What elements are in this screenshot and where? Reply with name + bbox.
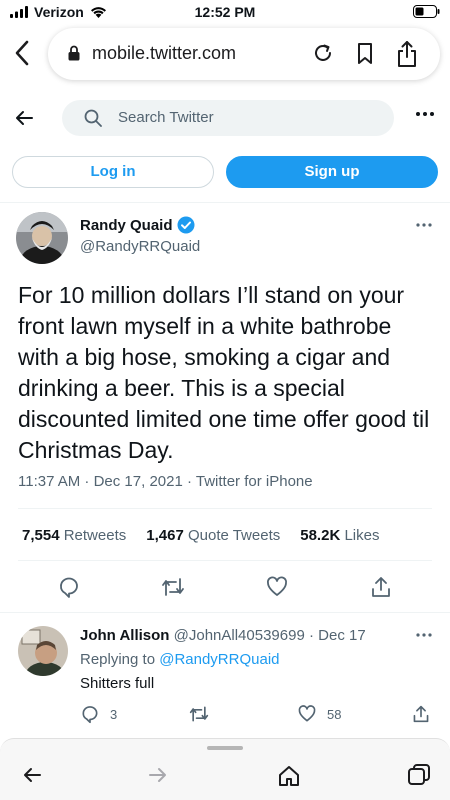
- status-time: 12:52 PM: [194, 4, 256, 20]
- reply-icon: [82, 706, 98, 724]
- retweet-icon[interactable]: [160, 575, 186, 599]
- toolbar-grabber[interactable]: [207, 746, 243, 750]
- reply-reply-button[interactable]: 3: [80, 704, 117, 724]
- reply-like-count: 58: [327, 706, 342, 722]
- divider: [0, 202, 450, 203]
- share-icon[interactable]: [396, 40, 418, 68]
- arrow-left-icon[interactable]: [14, 108, 34, 128]
- reply-retweet-button[interactable]: [188, 704, 210, 724]
- like-icon: [298, 705, 316, 722]
- tweet-text: For 10 million dollars I’ll stand on you…: [18, 282, 430, 463]
- quote-count: 1,467: [146, 527, 184, 544]
- more-icon[interactable]: [416, 223, 432, 227]
- login-button[interactable]: Log in: [12, 156, 214, 188]
- replying-prefix: Replying to: [80, 651, 156, 668]
- reply-dot: ·: [308, 627, 314, 644]
- reply-actions: 3 58: [0, 704, 450, 726]
- twitter-header: Search Twitter: [0, 100, 450, 136]
- share-icon[interactable]: [370, 575, 392, 599]
- retweets-count: 7,554: [22, 527, 60, 544]
- divider: [0, 612, 450, 613]
- search-placeholder: Search Twitter: [118, 109, 214, 126]
- reply-author-handle[interactable]: @JohnAll40539699: [174, 627, 305, 644]
- tweet-author[interactable]: Randy Quaid @RandyRRQuaid: [80, 216, 200, 255]
- back-chevron-icon[interactable]: [14, 40, 30, 66]
- quote-label: Quote Tweets: [187, 527, 281, 544]
- reply-avatar-image: [18, 626, 68, 676]
- replying-to: Replying to @RandyRRQuaid: [80, 651, 280, 668]
- status-bar: Verizon 12:52 PM: [0, 0, 450, 26]
- author-name-row: Randy Quaid: [80, 216, 200, 234]
- reload-icon[interactable]: [312, 42, 334, 64]
- search-input[interactable]: Search Twitter: [62, 100, 394, 136]
- replying-handle[interactable]: @RandyRRQuaid: [159, 651, 279, 668]
- retweets-stat[interactable]: 7,554 Retweets: [22, 527, 126, 544]
- verified-badge-icon: [177, 216, 195, 234]
- battery-icon: [413, 5, 440, 18]
- tabs-icon[interactable]: [408, 764, 430, 786]
- lock-icon: [68, 45, 80, 61]
- browser-toolbar: [0, 738, 450, 800]
- share-icon: [413, 705, 429, 723]
- divider: [18, 508, 432, 509]
- tweet-stats: 7,554 Retweets 1,467 Quote Tweets 58.2K …: [22, 527, 379, 544]
- quote-tweets-stat[interactable]: 1,467 Quote Tweets: [146, 527, 280, 544]
- like-icon[interactable]: [265, 575, 289, 599]
- reply-like-button[interactable]: 58: [297, 704, 341, 724]
- more-icon[interactable]: [416, 633, 432, 637]
- bookmark-icon[interactable]: [356, 42, 374, 66]
- reply-avatar[interactable]: [18, 626, 68, 676]
- divider: [18, 560, 432, 561]
- author-name: Randy Quaid: [80, 216, 173, 234]
- arrow-left-icon[interactable]: [22, 765, 42, 785]
- url-text: mobile.twitter.com: [92, 43, 237, 63]
- reply-text: Shitters full: [80, 675, 155, 692]
- signup-button[interactable]: Sign up: [226, 156, 438, 188]
- retweet-icon: [189, 706, 209, 722]
- tweet-timestamp[interactable]: 11:37 AM · Dec 17, 2021 · Twitter for iP…: [18, 473, 313, 490]
- reply-header: John Allison @JohnAll40539699 · Dec 17: [80, 627, 366, 644]
- search-icon: [84, 109, 102, 127]
- retweets-label: Retweets: [63, 527, 127, 544]
- home-icon[interactable]: [278, 765, 300, 787]
- author-handle: @RandyRRQuaid: [80, 238, 201, 255]
- reply-reply-count: 3: [110, 706, 118, 722]
- likes-count: 58.2K: [300, 527, 341, 544]
- address-field[interactable]: mobile.twitter.com: [48, 28, 440, 80]
- reply-share-button[interactable]: [412, 704, 430, 724]
- avatar-image: [16, 212, 68, 264]
- reply-icon[interactable]: [57, 575, 81, 599]
- likes-stat[interactable]: 58.2K Likes: [300, 527, 379, 544]
- reply-date[interactable]: Dec 17: [318, 627, 366, 644]
- avatar[interactable]: [16, 212, 68, 264]
- tweet-actions: [0, 575, 450, 599]
- reply-author-name[interactable]: John Allison: [80, 627, 169, 644]
- more-icon[interactable]: [416, 112, 434, 116]
- forward-icon[interactable]: [148, 765, 168, 785]
- browser-url-bar: mobile.twitter.com: [8, 28, 442, 82]
- likes-label: Likes: [344, 527, 380, 544]
